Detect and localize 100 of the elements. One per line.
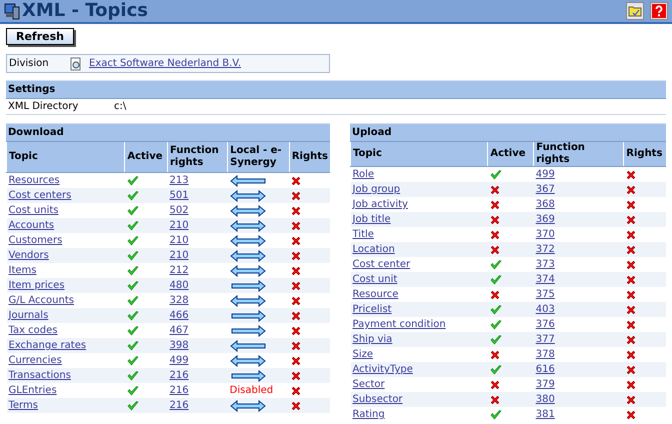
function-rights-link[interactable]: 210 (170, 220, 189, 231)
check-icon (490, 304, 502, 314)
topic-link[interactable]: Items (8, 265, 36, 276)
cross-icon (291, 400, 302, 410)
cross-icon (626, 274, 636, 284)
check-icon (126, 206, 139, 216)
cross-icon (626, 334, 636, 344)
function-rights-link[interactable]: 381 (536, 409, 555, 420)
topic-link[interactable]: Job title (352, 214, 391, 225)
cross-icon (626, 410, 636, 420)
cross-icon (291, 266, 302, 276)
topic-link[interactable]: Vendors (8, 250, 49, 261)
function-rights-link[interactable]: 370 (536, 229, 555, 240)
double-arrow-icon (230, 264, 266, 276)
function-rights-link[interactable]: 378 (536, 349, 555, 360)
column-header: Rights (289, 142, 330, 172)
function-rights-link[interactable]: 502 (170, 205, 189, 216)
function-rights-link[interactable]: 213 (170, 175, 189, 186)
topic-link[interactable]: Cost unit (352, 274, 398, 285)
topic-link[interactable]: Ship via (352, 334, 392, 345)
folder-button[interactable] (626, 2, 644, 20)
topic-link[interactable]: Pricelist (352, 304, 392, 315)
topic-link[interactable]: Sector (352, 379, 385, 390)
function-rights-link[interactable]: 499 (536, 169, 555, 180)
function-rights-link[interactable]: 403 (536, 304, 555, 315)
check-icon (126, 250, 139, 260)
division-link[interactable]: Exact Software Nederland B.V. (89, 58, 242, 69)
double-arrow-icon (230, 400, 266, 412)
topic-link[interactable]: Journals (8, 310, 48, 321)
help-button[interactable] (650, 2, 668, 20)
computer-icon (4, 2, 20, 20)
function-rights-link[interactable]: 216 (170, 385, 189, 396)
cross-icon (490, 290, 500, 300)
topic-link[interactable]: Exchange rates (8, 340, 86, 351)
cross-icon (490, 380, 500, 390)
function-rights-link[interactable]: 466 (170, 310, 189, 321)
topic-link[interactable]: Cost units (8, 205, 58, 216)
cross-icon (626, 320, 636, 330)
topic-link[interactable]: Accounts (8, 220, 54, 231)
cross-icon (626, 184, 636, 194)
function-rights-link[interactable]: 216 (170, 400, 189, 411)
topic-link[interactable]: Currencies (8, 355, 62, 366)
topic-link[interactable]: Resource (352, 289, 398, 300)
topic-link[interactable]: Cost center (352, 259, 410, 270)
function-rights-link[interactable]: 467 (170, 325, 189, 336)
function-rights-link[interactable]: 398 (170, 340, 189, 351)
topic-link[interactable]: Size (352, 349, 374, 360)
function-rights-link[interactable]: 367 (536, 184, 555, 195)
topic-link[interactable]: Transactions (8, 370, 71, 381)
function-rights-link[interactable]: 379 (536, 379, 555, 390)
topic-link[interactable]: Subsector (352, 394, 403, 405)
function-rights-link[interactable]: 373 (536, 259, 555, 270)
check-icon (126, 176, 139, 186)
cross-icon (626, 304, 636, 314)
topic-link[interactable]: Job activity (352, 199, 408, 210)
function-rights-link[interactable]: 376 (536, 319, 555, 330)
cross-icon (626, 380, 636, 390)
download-header: Download (6, 123, 330, 142)
topic-link[interactable]: Rating (352, 409, 385, 420)
function-rights-link[interactable]: 372 (536, 244, 555, 255)
function-rights-link[interactable]: 377 (536, 334, 555, 345)
cross-icon (490, 200, 500, 210)
function-rights-link[interactable]: 374 (536, 274, 555, 285)
refresh-button[interactable]: Refresh (6, 28, 74, 45)
topic-link[interactable]: Terms (8, 400, 38, 411)
document-search-icon[interactable] (69, 56, 83, 70)
function-rights-link[interactable]: 480 (170, 280, 189, 291)
function-rights-link[interactable]: 368 (536, 199, 555, 210)
topic-link[interactable]: Item prices (8, 280, 65, 291)
topic-link[interactable]: Resources (8, 175, 60, 186)
upload-header: Upload (350, 123, 666, 142)
check-icon (126, 296, 139, 306)
function-rights-link[interactable]: 210 (170, 235, 189, 246)
cross-icon (490, 230, 500, 240)
cross-icon (490, 244, 500, 254)
function-rights-link[interactable]: 210 (170, 250, 189, 261)
cross-icon (626, 214, 636, 224)
column-header: Rights (624, 142, 666, 166)
topic-link[interactable]: Role (352, 169, 374, 180)
function-rights-link[interactable]: 212 (170, 265, 189, 276)
function-rights-link[interactable]: 616 (536, 364, 555, 375)
topic-link[interactable]: Tax codes (8, 325, 58, 336)
function-rights-link[interactable]: 501 (170, 190, 189, 201)
topic-link[interactable]: Job group (352, 184, 400, 195)
left-arrow-icon (230, 340, 266, 352)
function-rights-link[interactable]: 380 (536, 394, 555, 405)
function-rights-link[interactable]: 369 (536, 214, 555, 225)
topic-link[interactable]: Payment condition (352, 319, 446, 330)
function-rights-link[interactable]: 375 (536, 289, 555, 300)
topic-link[interactable]: Title (352, 229, 374, 240)
topic-link[interactable]: Location (352, 244, 395, 255)
double-arrow-icon (230, 190, 266, 202)
topic-link[interactable]: GLEntries (8, 385, 57, 396)
function-rights-link[interactable]: 216 (170, 370, 189, 381)
topic-link[interactable]: Cost centers (8, 190, 72, 201)
function-rights-link[interactable]: 328 (170, 295, 189, 306)
function-rights-link[interactable]: 499 (170, 355, 189, 366)
topic-link[interactable]: G/L Accounts (8, 295, 74, 306)
topic-link[interactable]: Customers (8, 235, 62, 246)
topic-link[interactable]: ActivityType (352, 364, 413, 375)
